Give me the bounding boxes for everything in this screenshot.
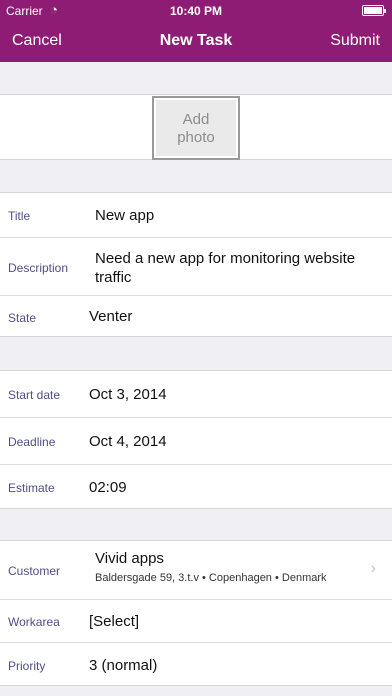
task-info-group: Title New app Description Need a new app… — [0, 192, 392, 337]
customer-name: Vivid apps — [95, 550, 164, 567]
state-value[interactable]: Venter — [89, 308, 132, 325]
deadline-label: Deadline — [8, 435, 56, 449]
submit-button[interactable]: Submit — [330, 32, 380, 50]
priority-row[interactable]: Priority 3 (normal) — [0, 643, 392, 687]
deadline-value[interactable]: Oct 4, 2014 — [89, 433, 167, 450]
estimate-value[interactable]: 02:09 — [89, 479, 127, 496]
estimate-label: Estimate — [8, 481, 55, 495]
add-photo-label-line2: photo — [177, 129, 215, 146]
start-date-value[interactable]: Oct 3, 2014 — [89, 386, 167, 403]
description-row[interactable]: Description Need a new app for monitorin… — [0, 238, 392, 296]
deadline-row[interactable]: Deadline Oct 4, 2014 — [0, 418, 392, 465]
customer-label: Customer — [8, 564, 61, 578]
workarea-label: Workarea — [8, 615, 60, 629]
title-value[interactable]: New app — [95, 207, 154, 224]
title-label: Title — [8, 209, 31, 223]
customer-row[interactable]: Customer Vivid apps Baldersgade 59, 3.t.… — [0, 541, 392, 600]
customer-address: Baldersgade 59, 3.t.v • Copenhagen • Den… — [95, 572, 327, 584]
description-value-line2[interactable]: traffic — [95, 269, 131, 286]
details-group: Customer Vivid apps Baldersgade 59, 3.t.… — [0, 540, 392, 686]
priority-value[interactable]: 3 (normal) — [89, 657, 157, 674]
workarea-row[interactable]: Workarea [Select] — [0, 600, 392, 643]
status-bar: Carrier ◔ 10:40 PM — [0, 0, 392, 22]
state-label: State — [8, 311, 37, 325]
workarea-value[interactable]: [Select] — [89, 613, 139, 630]
state-row[interactable]: State Venter — [0, 296, 392, 338]
priority-label: Priority — [8, 659, 46, 673]
start-date-row[interactable]: Start date Oct 3, 2014 — [0, 371, 392, 418]
chevron-right-icon[interactable]: › — [371, 560, 376, 578]
schedule-group: Start date Oct 3, 2014 Deadline Oct 4, 2… — [0, 370, 392, 509]
start-date-label: Start date — [8, 388, 61, 402]
description-label: Description — [8, 261, 69, 275]
add-photo-button[interactable]: Add photo — [152, 96, 240, 160]
battery-icon — [362, 5, 386, 16]
estimate-row[interactable]: Estimate 02:09 — [0, 465, 392, 510]
title-row[interactable]: Title New app — [0, 193, 392, 238]
description-value-line1[interactable]: Need a new app for monitoring website — [95, 250, 355, 267]
photo-section: Add photo — [0, 94, 392, 160]
navigation-bar: Cancel New Task Submit — [0, 22, 392, 62]
clock: 10:40 PM — [169, 4, 223, 18]
add-photo-label-line1: Add — [182, 111, 210, 128]
